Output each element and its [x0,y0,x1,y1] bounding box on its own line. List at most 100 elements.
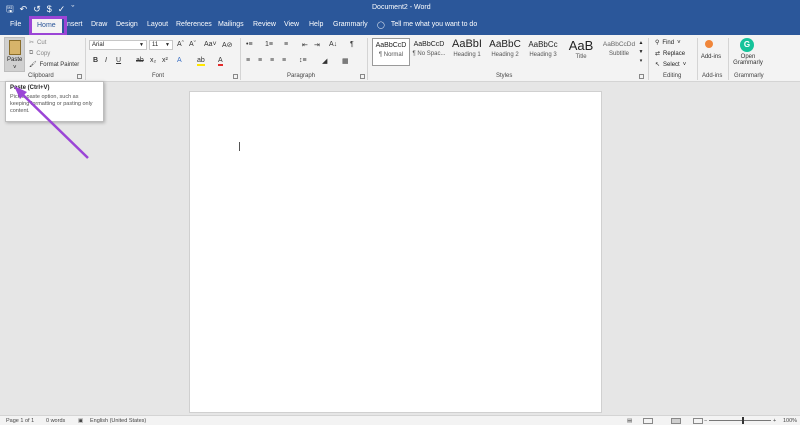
justify-icon[interactable]: ≡ [282,57,286,64]
font-size-field[interactable]: 11 ▼ [149,40,173,50]
select-button[interactable]: ↖ Select ˅ [655,61,687,69]
undo-icon[interactable]: ↶ [20,3,28,15]
tab-layout[interactable]: Layout [147,21,168,28]
superscript-icon[interactable]: x² [162,57,168,64]
align-center-icon[interactable]: ≡ [258,57,262,64]
style-name: ¶ No Spac... [412,51,446,57]
italic-icon[interactable]: I [105,57,107,64]
zoom-out-icon[interactable]: − [704,418,707,424]
zoom-level[interactable]: 100% [783,418,797,424]
save-icon[interactable]: 🖫 [6,3,14,15]
shrink-font-icon[interactable]: Aˇ [189,41,196,48]
grow-font-icon[interactable]: Aˆ [177,41,184,48]
redo-icon[interactable]: ↺ [33,3,41,15]
language[interactable]: English (United States) [90,418,146,424]
bullets-icon[interactable]: •≡ [246,41,253,48]
page-count[interactable]: Page 1 of 1 [6,418,34,424]
clear-formatting-icon[interactable]: A⊘ [222,41,233,49]
font-name-field[interactable]: Arial ▼ [89,40,147,50]
pilcrow-icon[interactable]: ¶ [350,41,354,48]
customize-icon[interactable]: ˇ [71,3,74,15]
chevron-down-icon[interactable]: ˅ [13,65,17,71]
web-layout-icon[interactable] [693,418,703,424]
find-button[interactable]: ⚲ Find ˅ [655,39,681,47]
paste-button[interactable]: Paste ˅ [4,37,25,72]
font-launcher-icon[interactable] [233,74,238,79]
replace-button[interactable]: ⇄ Replace [655,50,685,58]
focus-icon[interactable]: ▤ [627,418,632,424]
style-normal[interactable]: AaBbCcD ¶ Normal [372,38,410,66]
style-subtitle[interactable]: AaBbCcDd Subtitle [600,38,638,66]
tab-insert[interactable]: Insert [65,21,83,28]
brush-icon: 🖌 [29,62,37,68]
borders-icon[interactable]: ▦ [342,57,349,65]
text-effects-icon[interactable]: A [177,57,182,64]
tab-review[interactable]: Review [253,21,276,28]
addins-icon [705,40,713,48]
zoom-in-icon[interactable]: + [773,418,776,424]
zoom-slider-thumb[interactable] [742,417,744,424]
styles-gallery-scroll[interactable]: ▲ ▼ ▾ [637,39,645,67]
align-left-icon[interactable]: ≡ [246,57,250,64]
tab-references[interactable]: References [176,21,212,28]
tab-grammarly[interactable]: Grammarly [333,21,368,28]
word-count[interactable]: 0 words [46,418,65,424]
chevron-up-icon[interactable]: ▲ [637,39,645,48]
clipboard-launcher-icon[interactable] [77,74,82,79]
font-color-icon[interactable]: A [218,57,223,66]
tab-design[interactable]: Design [116,21,138,28]
style-heading-3[interactable]: AaBbCc Heading 3 [524,38,562,66]
format-painter-button[interactable]: 🖌 Format Painter [29,61,79,69]
subscript-icon[interactable]: x₂ [150,57,156,64]
select-label: Select [663,61,680,68]
tooltip-title: Paste (Ctrl+V) [10,85,50,91]
grammarly-icon: G [740,38,754,52]
more-icon[interactable]: ▾ [637,57,645,66]
cut-button[interactable]: ✂ Cut [29,39,46,47]
tab-help[interactable]: Help [309,21,323,28]
tab-mailings[interactable]: Mailings [218,21,244,28]
styles-launcher-icon[interactable] [639,74,644,79]
bold-icon[interactable]: B [93,57,98,64]
style-no-spacing[interactable]: AaBbCcD ¶ No Spac... [410,38,448,66]
autosave-icon[interactable]: $ [47,3,52,15]
tooltip-body: Pick a paste option, such as keeping for… [10,94,93,114]
chevron-down-icon: ˅ [682,61,687,68]
shading-icon[interactable]: ◢ [322,57,327,65]
spelling-icon[interactable]: ✓ [58,3,66,15]
strikethrough-icon[interactable]: ab [136,57,144,64]
line-spacing-icon[interactable]: ↕≡ [299,57,307,64]
group-divider [367,38,368,80]
tell-me-box[interactable]: ◯ Tell me what you want to do [377,21,477,29]
read-mode-icon[interactable] [643,418,653,424]
group-divider [85,38,86,80]
change-case-icon[interactable]: Aa˅ [204,41,217,48]
style-heading-2[interactable]: AaBbC Heading 2 [486,38,524,66]
decrease-indent-icon[interactable]: ⇤ [302,41,308,49]
zoom-slider[interactable] [709,420,771,421]
proofing-icon[interactable]: ▣ [78,418,83,424]
underline-icon[interactable]: U [116,57,121,64]
clipboard-group-label: Clipboard [28,73,54,79]
copy-button[interactable]: ⧉ Copy [29,50,50,57]
tab-draw[interactable]: Draw [91,21,107,28]
multilevel-list-icon[interactable]: ≡ [284,41,288,48]
chevron-down-icon: ˅ [677,39,681,46]
style-heading-1[interactable]: AaBbI Heading 1 [448,38,486,66]
paragraph-launcher-icon[interactable] [360,74,365,79]
sort-icon[interactable]: A↓ [329,41,337,48]
tell-me-text: Tell me what you want to do [390,21,478,28]
styles-group-label: Styles [496,73,513,79]
style-title[interactable]: AaB Title [562,38,600,66]
addins-button[interactable]: Add-ins [700,54,722,60]
numbering-icon[interactable]: 1≡ [265,41,273,48]
print-layout-icon[interactable] [671,418,681,424]
highlight-color-icon[interactable]: ab [197,57,205,66]
increase-indent-icon[interactable]: ⇥ [314,41,320,49]
document-page[interactable] [189,91,602,413]
align-right-icon[interactable]: ≡ [270,57,274,64]
chevron-down-icon[interactable]: ▼ [637,48,645,57]
tab-view[interactable]: View [284,21,299,28]
tab-file[interactable]: File [10,21,21,28]
open-grammarly-button[interactable]: Open Grammarly [730,54,766,66]
